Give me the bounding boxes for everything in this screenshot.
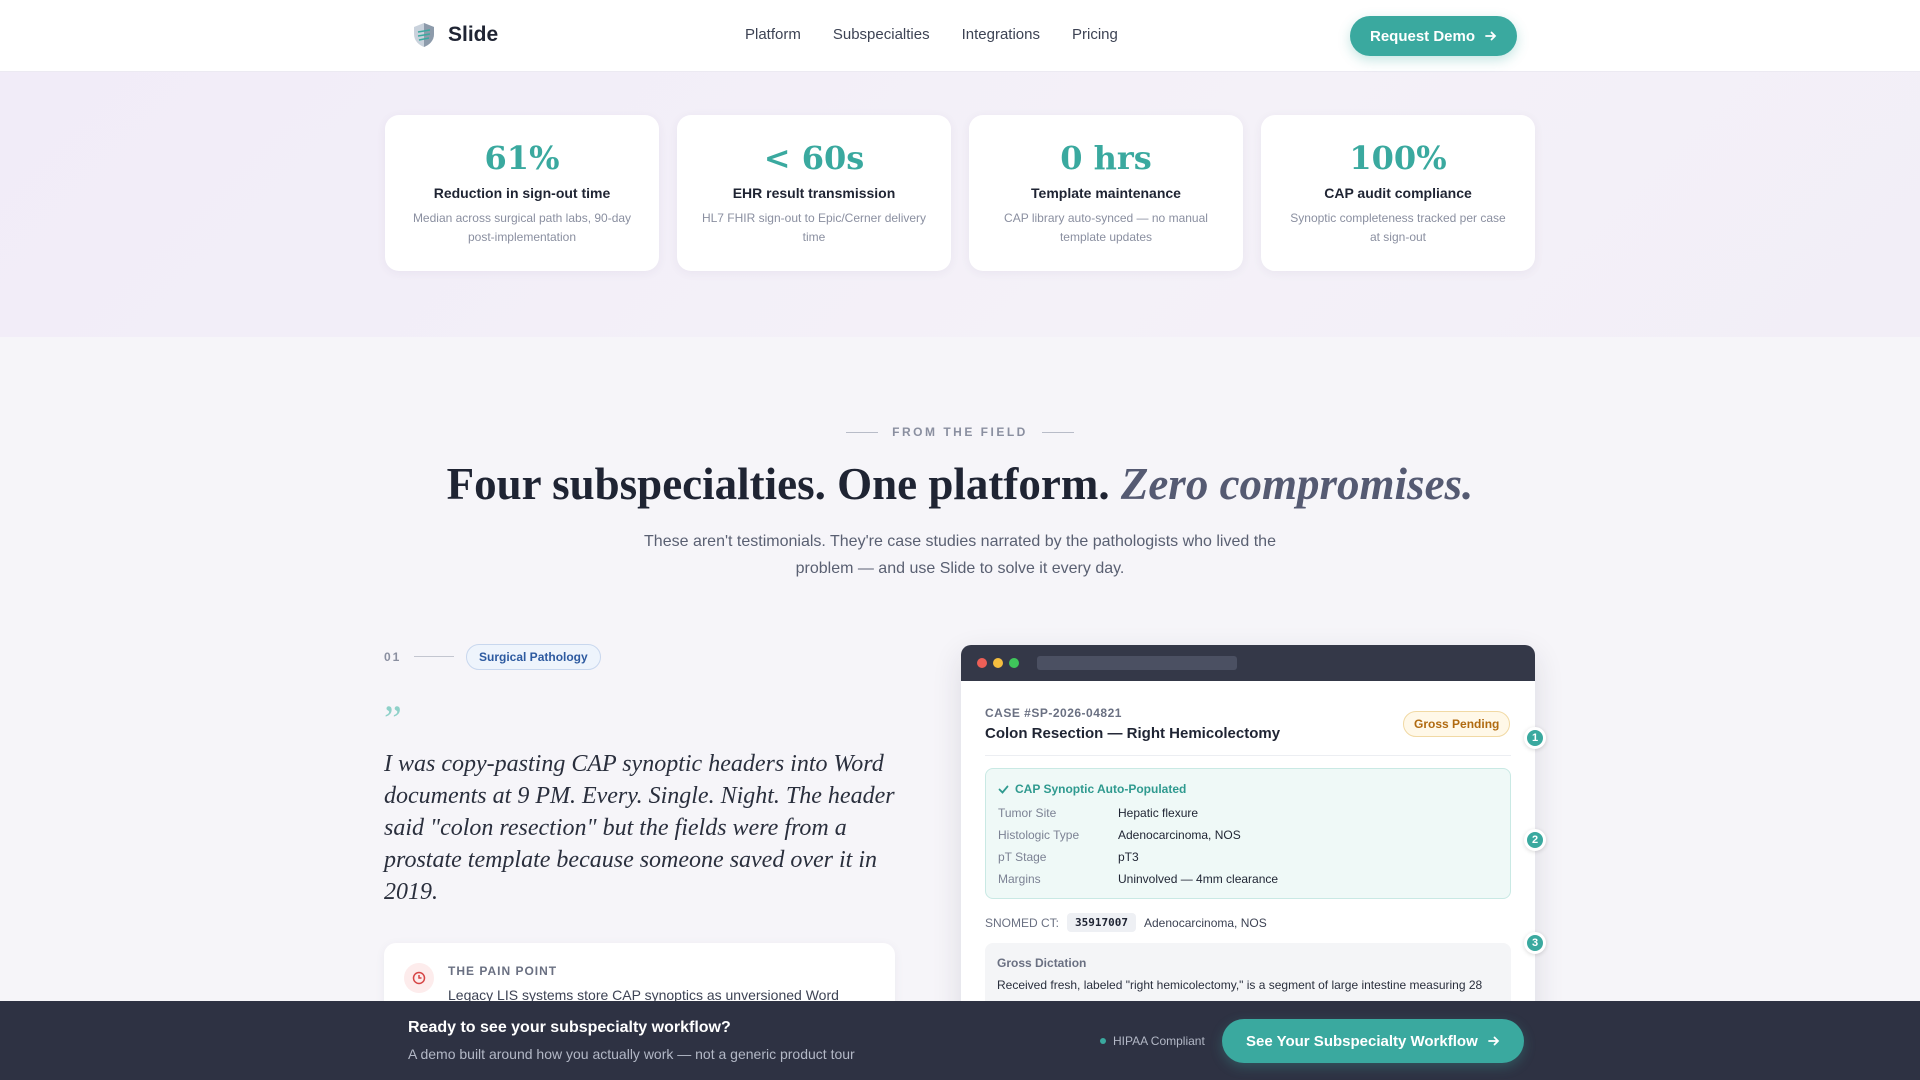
see-workflow-label: See Your Subspecialty Workflow <box>1246 1032 1478 1050</box>
nav-link-platform[interactable]: Platform <box>745 26 801 43</box>
section-headline: Four subspecialties. One platform. Zero … <box>0 458 1920 510</box>
brand[interactable]: Slide <box>412 22 498 48</box>
nav-link-subspecialties[interactable]: Subspecialties <box>833 26 930 43</box>
stats-band: 61% Reduction in sign-out time Median ac… <box>0 72 1920 337</box>
cta-bar-title: Ready to see your subspecialty workflow? <box>408 1019 731 1036</box>
minimize-dot-icon <box>993 658 1003 668</box>
cap-field-value: Adenocarcinoma, NOS <box>1118 828 1241 842</box>
stat-value: 100% <box>1349 139 1447 177</box>
case-number-divider <box>414 656 454 657</box>
snomed-label: SNOMED CT: <box>985 915 1060 930</box>
stat-value: < 60s <box>763 139 865 177</box>
gross-dictation-text[interactable]: Received fresh, labeled "right hemicolec… <box>997 976 1497 995</box>
alert-clock-icon <box>404 963 434 993</box>
snomed-description: Adenocarcinoma, NOS <box>1144 915 1267 930</box>
step-marker-1[interactable]: 1 <box>1524 727 1546 749</box>
nav-links: Platform Subspecialties Integrations Pri… <box>745 26 1118 43</box>
cap-field-key: pT Stage <box>998 850 1047 864</box>
cap-field-row: Margins Uninvolved — 4mm clearance <box>998 872 1278 886</box>
stat-label: Reduction in sign-out time <box>433 185 611 201</box>
headline-plain: Four subspecialties. One platform. <box>446 459 1110 509</box>
stat-card-ehr: < 60s EHR result transmission HL7 FHIR s… <box>677 115 951 271</box>
stat-desc: HL7 FHIR sign-out to Epic/Cerner deliver… <box>701 211 927 244</box>
cap-field-value: pT3 <box>1118 850 1139 864</box>
case-id: CASE #SP-2026-04821 <box>985 706 1122 720</box>
stat-value: 61% <box>484 139 560 177</box>
eyebrow-text: FROM THE FIELD <box>892 425 1028 439</box>
snomed-code: 35917007 <box>1067 913 1136 932</box>
eyebrow-divider <box>1041 431 1074 433</box>
maximize-dot-icon <box>1009 658 1019 668</box>
stat-desc: CAP library auto-synced — no manual temp… <box>1004 211 1208 244</box>
cap-field-value: Uninvolved — 4mm clearance <box>1118 872 1279 886</box>
pathologist-quote: I was copy-pasting CAP synoptic headers … <box>384 751 895 905</box>
close-dot-icon <box>977 658 987 668</box>
hipaa-badge: HIPAA Compliant <box>1100 1034 1205 1048</box>
stat-card-compliance: 100% CAP audit compliance Synoptic compl… <box>1261 115 1535 271</box>
cap-field-row: Histologic Type Adenocarcinoma, NOS <box>998 828 1241 842</box>
step-marker-3[interactable]: 3 <box>1524 932 1546 954</box>
quote-mark-icon: ” <box>384 697 402 742</box>
cap-field-row: pT Stage pT3 <box>998 850 1139 864</box>
stat-label: CAP audit compliance <box>1324 185 1472 201</box>
request-demo-label: Request Demo <box>1370 27 1476 45</box>
cap-synoptic-title: CAP Synoptic Auto-Populated <box>1015 782 1187 796</box>
stat-desc: Synoptic completeness tracked per case a… <box>1290 211 1506 244</box>
headline-italic: Zero compromises. <box>1120 459 1474 509</box>
cap-field-key: Tumor Site <box>998 806 1057 820</box>
arrow-right-icon <box>1487 1036 1500 1046</box>
section-subhead: These aren't testimonials. They're case … <box>644 533 1276 577</box>
case-number: 01 <box>384 650 402 664</box>
top-nav: Slide Platform Subspecialties Integratio… <box>0 0 1920 72</box>
subspecialty-tag[interactable]: Surgical Pathology <box>466 644 601 670</box>
case-title: Colon Resection — Right Hemicolectomy <box>985 725 1281 742</box>
request-demo-button[interactable]: Request Demo <box>1350 16 1518 56</box>
check-icon <box>998 785 1009 794</box>
cta-bar-subtitle: A demo built around how you actually wor… <box>408 1046 855 1062</box>
stat-card-signout: 61% Reduction in sign-out time Median ac… <box>385 115 659 271</box>
status-badge: Gross Pending <box>1403 711 1511 737</box>
cap-field-row: Tumor Site Hepatic flexure <box>998 806 1198 820</box>
cap-field-value: Hepatic flexure <box>1118 806 1199 820</box>
snomed-row: SNOMED CT: 35917007 Adenocarcinoma, NOS <box>985 913 1267 932</box>
see-workflow-button[interactable]: See Your Subspecialty Workflow <box>1222 1019 1524 1063</box>
section-eyebrow: FROM THE FIELD <box>0 425 1920 439</box>
nav-link-pricing[interactable]: Pricing <box>1072 26 1118 43</box>
arrow-right-icon <box>1485 31 1497 41</box>
stat-label: Template maintenance <box>1031 185 1181 201</box>
stat-label: EHR result transmission <box>732 185 896 201</box>
step-marker-2[interactable]: 2 <box>1524 829 1546 851</box>
gross-dictation-title: Gross Dictation <box>997 956 1087 970</box>
cap-synoptic-panel: CAP Synoptic Auto-Populated Tumor Site H… <box>985 768 1511 899</box>
pain-point-title: THE PAIN POINT <box>448 964 558 978</box>
shield-logo-icon <box>414 23 434 47</box>
stat-value: 0 hrs <box>1060 139 1152 177</box>
hipaa-label: HIPAA Compliant <box>1113 1034 1205 1048</box>
window-titlebar <box>961 645 1535 681</box>
url-bar <box>1037 656 1237 670</box>
cap-field-key: Histologic Type <box>998 828 1080 842</box>
eyebrow-divider <box>846 431 879 433</box>
nav-link-integrations[interactable]: Integrations <box>962 26 1040 43</box>
sticky-cta-bar: Ready to see your subspecialty workflow?… <box>0 1001 1920 1080</box>
cap-field-key: Margins <box>998 872 1041 886</box>
status-dot-icon <box>1100 1038 1106 1044</box>
stat-card-template: 0 hrs Template maintenance CAP library a… <box>969 115 1243 271</box>
stat-desc: Median across surgical path labs, 90-day… <box>412 211 632 244</box>
cap-synoptic-header: CAP Synoptic Auto-Populated <box>998 782 1186 796</box>
brand-name: Slide <box>448 23 499 46</box>
case-app-window: CASE #SP-2026-04821 Colon Resection — Ri… <box>961 645 1535 1045</box>
divider <box>985 755 1511 756</box>
